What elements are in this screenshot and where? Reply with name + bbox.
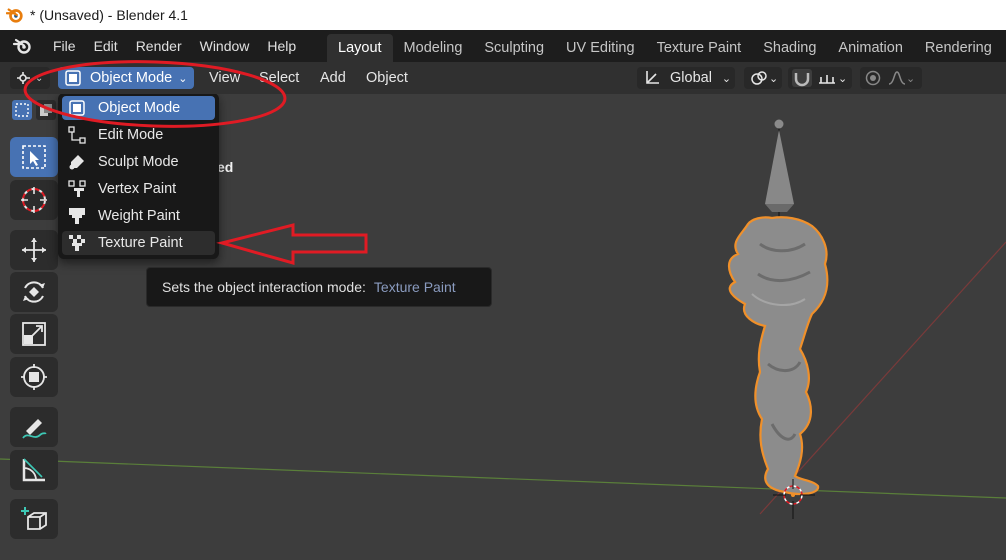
orientation-axes-icon (643, 69, 661, 87)
tooltip-value: Texture Paint (373, 279, 456, 295)
box-select-mode-icon[interactable] (12, 100, 32, 120)
transform-orientation-dropdown[interactable]: Global ⌄ (637, 67, 735, 89)
add-cube-tool[interactable] (10, 499, 58, 539)
pivot-point-dropdown[interactable]: ⌄ (744, 67, 782, 89)
window-title: * (Unsaved) - Blender 4.1 (30, 7, 188, 23)
snapping-controls[interactable]: ⌄ (788, 67, 852, 89)
selection-mode-icons[interactable] (10, 98, 60, 120)
proportional-editing-controls[interactable]: ⌄ (860, 67, 922, 89)
object-mode-icon (62, 96, 92, 120)
sculpt-mode-icon (62, 150, 92, 174)
tab-layout[interactable]: Layout (327, 34, 393, 62)
mode-selector-button[interactable]: Object Mode ⌄ (58, 67, 194, 89)
vertex-paint-icon (62, 177, 92, 201)
rotate-tool[interactable] (10, 272, 58, 312)
move-arrows-icon (20, 236, 48, 264)
viewport-header: ⌄ Object Mode ⌄ View Select Add Object G… (0, 62, 1006, 94)
menu-item-texture-paint[interactable]: Texture Paint (62, 231, 215, 255)
menu-render[interactable]: Render (127, 30, 191, 62)
viewport-editor-icon (16, 69, 34, 87)
annotate-pencil-icon (20, 413, 48, 441)
measure-ruler-icon (20, 456, 48, 484)
menu-add[interactable]: Add (320, 67, 346, 89)
blender-window: * (Unsaved) - Blender 4.1 File Edit Rend… (0, 0, 1006, 560)
falloff-curve-icon (888, 70, 906, 86)
edit-mode-icon (62, 123, 92, 147)
blender-logo-icon (0, 0, 30, 30)
3d-cursor-icon (19, 185, 49, 215)
pivot-icon (749, 69, 769, 87)
weight-paint-icon (62, 204, 92, 228)
menu-select[interactable]: Select (259, 67, 299, 89)
chevron-down-icon: ⌄ (178, 72, 188, 85)
top-menu-bar: File Edit Render Window Help Layout Mode… (0, 30, 1006, 62)
snap-increment-icon (818, 71, 836, 85)
menu-item-label: Edit Mode (98, 127, 164, 143)
cursor-tool[interactable] (10, 180, 58, 220)
3d-viewport[interactable]: ed Object Mode Edit Mode Sculpt Mode Ver… (0, 94, 1006, 560)
tab-texture-paint[interactable]: Texture Paint (646, 34, 753, 62)
transform-tool[interactable] (10, 357, 58, 397)
editor-type-button[interactable]: ⌄ (10, 67, 50, 89)
menu-item-label: Object Mode (98, 100, 181, 116)
tab-shading[interactable]: Shading (752, 34, 827, 62)
proportional-editing-icon (864, 69, 882, 87)
menu-item-label: Texture Paint (98, 235, 183, 251)
move-tool[interactable] (10, 230, 58, 270)
tab-sculpting[interactable]: Sculpting (473, 34, 555, 62)
select-cursor-icon (21, 144, 47, 170)
chevron-down-icon: ⌄ (769, 72, 779, 85)
menu-item-label: Weight Paint (98, 208, 180, 224)
menu-item-weight-paint[interactable]: Weight Paint (62, 204, 215, 228)
menu-object[interactable]: Object (366, 67, 408, 89)
menu-item-object-mode[interactable]: Object Mode (62, 96, 215, 120)
menu-item-vertex-paint[interactable]: Vertex Paint (62, 177, 215, 201)
magnet-icon (792, 69, 812, 87)
blender-menu-icon[interactable] (0, 30, 44, 62)
scale-icon (21, 321, 47, 347)
tooltip-text: Sets the object interaction mode: (162, 279, 366, 295)
rotate-icon (20, 278, 48, 306)
transform-icon (20, 363, 48, 391)
x-axis-line (0, 458, 1006, 499)
tab-uv-editing[interactable]: UV Editing (555, 34, 646, 62)
menu-item-sculpt-mode[interactable]: Sculpt Mode (62, 150, 215, 174)
texture-paint-icon (62, 231, 92, 255)
menu-window[interactable]: Window (191, 30, 259, 62)
title-bar: * (Unsaved) - Blender 4.1 (0, 0, 1006, 30)
tooltip: Sets the object interaction mode: Textur… (146, 267, 492, 307)
character-model (727, 216, 829, 496)
menu-help[interactable]: Help (258, 30, 305, 62)
menu-file[interactable]: File (44, 30, 85, 62)
light-object (765, 119, 794, 224)
mode-selector-label: Object Mode (90, 70, 173, 86)
chevron-down-icon: ⌄ (721, 72, 732, 85)
object-mode-icon (64, 69, 82, 87)
menu-edit[interactable]: Edit (85, 30, 127, 62)
viewport-overlay-text: ed (217, 159, 234, 175)
chevron-down-icon: ⌄ (906, 72, 916, 85)
tab-animation[interactable]: Animation (827, 34, 913, 62)
chevron-down-icon: ⌄ (838, 72, 848, 85)
measure-tool[interactable] (10, 450, 58, 490)
add-cube-icon (20, 505, 48, 533)
select-box-tool[interactable] (10, 137, 58, 177)
chevron-down-icon: ⌄ (35, 72, 44, 84)
menu-item-label: Vertex Paint (98, 181, 177, 197)
menu-view[interactable]: View (209, 67, 240, 89)
tab-rendering[interactable]: Rendering (914, 34, 1003, 62)
mode-dropdown-menu: Object Mode Edit Mode Sculpt Mode Vertex… (58, 94, 219, 259)
orientation-label: Global (670, 70, 712, 86)
menu-item-label: Sculpt Mode (98, 154, 179, 170)
annotate-tool[interactable] (10, 407, 58, 447)
workspace-tabs: Layout Modeling Sculpting UV Editing Tex… (327, 34, 1003, 62)
scale-tool[interactable] (10, 314, 58, 354)
menu-item-edit-mode[interactable]: Edit Mode (62, 123, 215, 147)
extend-select-mode-icon[interactable] (36, 100, 56, 120)
tab-modeling[interactable]: Modeling (393, 34, 474, 62)
